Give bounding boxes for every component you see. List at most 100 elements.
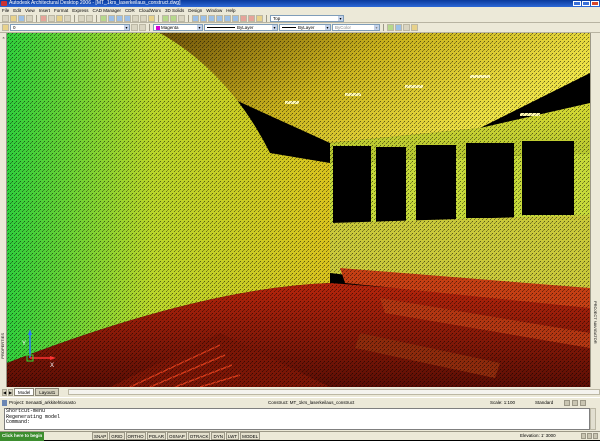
menu-help[interactable]: Help <box>226 8 235 13</box>
lineweight-dropdown[interactable]: ByLayer ▾ <box>279 24 331 31</box>
maximize-icon[interactable] <box>582 1 590 6</box>
menu-express[interactable]: Express <box>72 8 88 13</box>
polar-toggle[interactable]: POLAR <box>146 432 166 440</box>
linetype-dropdown[interactable]: ByLayer ▾ <box>204 24 278 31</box>
menu-insert[interactable]: Insert <box>39 8 50 13</box>
app-window: Autodesk Architectural Desktop 2006 - [M… <box>0 0 600 441</box>
view-dropdown-value: Top <box>273 15 281 21</box>
surface-hatch-icon[interactable] <box>580 400 586 406</box>
properties-palette-bar[interactable]: × PROPERTIES <box>0 33 7 387</box>
display-config-icon[interactable] <box>403 24 410 31</box>
menu-3d-solids[interactable]: 3D Solids <box>165 8 184 13</box>
lwt-toggle[interactable]: LWT <box>226 432 240 440</box>
model-toggle[interactable]: MODEL <box>240 432 261 440</box>
layer-previous-icon[interactable] <box>139 24 146 31</box>
view-cube-icon[interactable] <box>192 14 199 22</box>
layer-dropdown[interactable]: 0 ▾ <box>10 24 130 31</box>
tray-clean-screen-icon[interactable] <box>593 433 598 439</box>
menu-edit[interactable]: Edit <box>13 8 21 13</box>
properties-icon[interactable] <box>132 14 139 22</box>
ortho-toggle[interactable]: ORTHO <box>125 432 146 440</box>
menu-format[interactable]: Format <box>54 8 68 13</box>
close-icon[interactable] <box>591 1 599 6</box>
make-current-icon[interactable] <box>131 24 138 31</box>
match-properties-icon[interactable] <box>64 14 71 22</box>
drawing-viewport[interactable]: Y X <box>0 33 600 387</box>
separator <box>188 14 189 22</box>
tray-lock-icon[interactable] <box>581 433 586 439</box>
hatch-icon[interactable] <box>387 24 394 31</box>
command-scrollbar[interactable] <box>590 408 596 430</box>
copy-icon[interactable] <box>48 14 55 22</box>
chevron-down-icon: ▾ <box>325 25 330 30</box>
plot-icon[interactable] <box>26 14 33 22</box>
window-controls <box>573 1 599 6</box>
render-icon[interactable] <box>170 14 177 22</box>
project-navigator-bar[interactable]: PROJECT NAVIGATOR <box>590 33 600 387</box>
view-dropdown[interactable]: Top ▾ <box>270 14 344 22</box>
undo-icon[interactable] <box>78 14 85 22</box>
title-bar: Autodesk Architectural Desktop 2006 - [M… <box>0 0 600 7</box>
menu-cdr[interactable]: CDR <box>125 8 135 13</box>
menu-design[interactable]: Design <box>188 8 202 13</box>
zoom-previous-icon[interactable] <box>124 14 131 22</box>
view-front-icon[interactable] <box>208 14 215 22</box>
close-icon[interactable]: × <box>1 35 6 40</box>
command-window: Shortcut-menu Regenerating model Command: <box>0 407 600 431</box>
save-icon[interactable] <box>18 14 25 22</box>
horizontal-scrollbar[interactable] <box>68 389 600 395</box>
display-icon[interactable] <box>564 400 570 406</box>
linetype-dropdown-value: ByLayer <box>237 25 254 30</box>
help-icon[interactable] <box>178 14 185 22</box>
tab-model[interactable]: Model <box>14 388 35 396</box>
redo-icon[interactable] <box>86 14 93 22</box>
tab-next-button[interactable]: ▶ <box>8 388 13 396</box>
tool-palettes-icon[interactable] <box>148 14 155 22</box>
tab-layout1[interactable]: Layout1 <box>35 388 60 396</box>
hide-icon[interactable] <box>248 14 255 22</box>
shade-icon[interactable] <box>240 14 247 22</box>
app-icon <box>1 1 7 6</box>
separator <box>96 14 97 22</box>
osnap-toggle[interactable]: OSNAP <box>166 432 187 440</box>
ucs-y-label: Y <box>22 341 26 347</box>
layer-key-icon[interactable] <box>395 24 402 31</box>
view-top-icon[interactable] <box>200 14 207 22</box>
otrack-toggle[interactable]: OTRACK <box>187 432 211 440</box>
view-left-icon[interactable] <box>216 14 223 22</box>
style-manager-icon[interactable] <box>411 24 418 31</box>
color-dropdown-value: Magenta <box>161 25 179 30</box>
minimize-icon[interactable] <box>573 1 581 6</box>
cut-plane-icon[interactable] <box>572 400 578 406</box>
tray-comm-icon[interactable] <box>587 433 592 439</box>
tab-prev-button[interactable]: ◀ <box>2 388 7 396</box>
command-history[interactable]: Shortcut-menu Regenerating model Command: <box>4 408 590 430</box>
zoom-window-icon[interactable] <box>116 14 123 22</box>
menu-file[interactable]: File <box>2 8 9 13</box>
view-iso-icon[interactable] <box>224 14 231 22</box>
cut-icon[interactable] <box>40 14 47 22</box>
paste-icon[interactable] <box>56 14 63 22</box>
menu-cad-manager[interactable]: CAD Manager <box>93 8 122 13</box>
menu-view[interactable]: View <box>25 8 35 13</box>
orbit-icon[interactable] <box>162 14 169 22</box>
menu-cloudworx[interactable]: CloudWorx <box>139 8 161 13</box>
grid-toggle[interactable]: GRID <box>109 432 125 440</box>
drafting-modes: SNAP GRID ORTHO POLAR OSNAP OTRACK DYN L… <box>92 432 261 440</box>
ucs-x-label: X <box>50 363 54 369</box>
dyn-toggle[interactable]: DYN <box>211 432 225 440</box>
open-file-icon[interactable] <box>10 14 17 22</box>
color-dropdown[interactable]: Magenta ▾ <box>153 24 203 31</box>
zoom-realtime-icon[interactable] <box>108 14 115 22</box>
view-iso2-icon[interactable] <box>232 14 239 22</box>
layer-icon[interactable] <box>2 24 9 31</box>
pan-icon[interactable] <box>100 14 107 22</box>
new-file-icon[interactable] <box>2 14 9 22</box>
elevation-readout[interactable]: Elevation: 1' 3000 <box>520 432 556 440</box>
command-prompt[interactable]: Command: <box>6 419 589 426</box>
design-center-icon[interactable] <box>140 14 147 22</box>
camera-icon[interactable] <box>256 14 263 22</box>
menu-window[interactable]: Window <box>206 8 222 13</box>
snap-toggle[interactable]: SNAP <box>92 432 109 440</box>
color-swatch <box>156 25 160 30</box>
